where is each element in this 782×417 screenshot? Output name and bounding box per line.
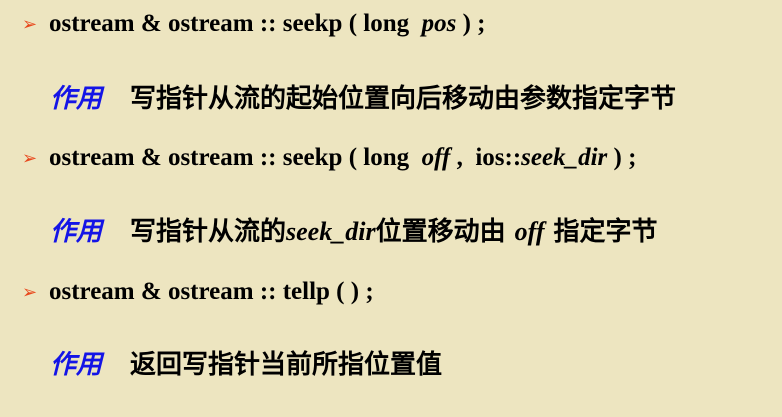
arrow-bullet-icon: ➢ (22, 282, 38, 303)
description-line: 作用 写指针从流的seek_dir位置移动由 off 指定字节 (50, 211, 658, 248)
code-mid: , ios:: (450, 144, 522, 171)
code-prefix: ostream & ostream :: seekp ( long (49, 10, 422, 37)
code-text: ostream & ostream :: seekp ( long off , … (49, 144, 636, 172)
code-arg-seek-dir: seek_dir (521, 144, 608, 171)
description-line: 作用 写指针从流的起始位置向后移动由参数指定字节 (50, 78, 676, 115)
description-seek-dir: seek_dir (286, 217, 376, 246)
slide: ➢ ostream & ostream :: seekp ( long pos … (0, 0, 782, 417)
description-text: 写指针从流的seek_dir位置移动由 off 指定字节 (130, 211, 658, 248)
description-line: 作用 返回写指针当前所指位置值 (50, 344, 442, 381)
description-text: 返回写指针当前所指位置值 (130, 350, 443, 380)
code-text: ostream & ostream :: tellp ( ) ; (49, 278, 374, 305)
code-prefix: ostream & ostream :: seekp ( long (49, 144, 422, 171)
code-arg: off (421, 144, 451, 171)
description-part: 位置移动由 (375, 217, 515, 247)
code-arg: pos (421, 10, 457, 37)
description-part: 指定字节 (544, 217, 658, 247)
code-line-seekp-off: ➢ ostream & ostream :: seekp ( long off … (22, 144, 636, 172)
code-line-seekp-pos: ➢ ostream & ostream :: seekp ( long pos … (22, 10, 486, 38)
description-part: 写指针从流的 (130, 217, 287, 247)
arrow-bullet-icon: ➢ (22, 148, 38, 169)
description-label: 作用 (50, 84, 103, 114)
description-text: 写指针从流的起始位置向后移动由参数指定字节 (130, 84, 677, 114)
code-suffix: ) ; (456, 10, 486, 37)
description-label: 作用 (50, 350, 103, 380)
arrow-bullet-icon: ➢ (22, 14, 38, 35)
description-label: 作用 (50, 217, 103, 247)
code-suffix: ) ; (607, 144, 637, 171)
code-line-tellp: ➢ ostream & ostream :: tellp ( ) ; (22, 278, 374, 306)
code-text: ostream & ostream :: seekp ( long pos ) … (49, 10, 486, 38)
description-off: off (514, 217, 545, 246)
